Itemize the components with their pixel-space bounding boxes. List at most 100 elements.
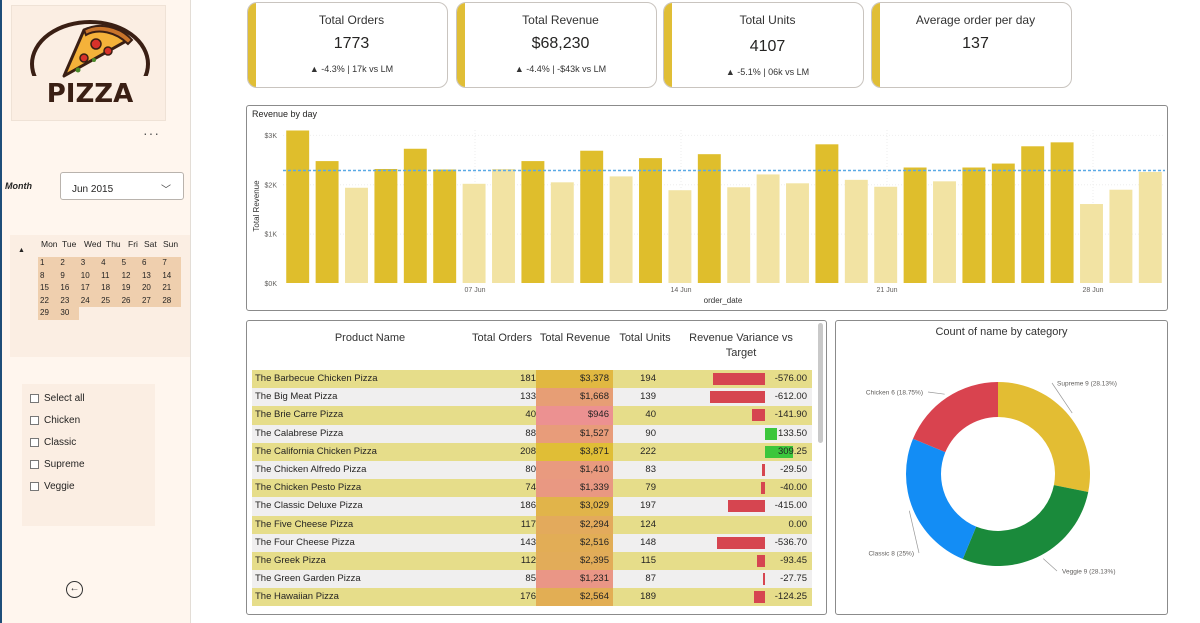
table-row[interactable]: The Chicken Alfredo Pizza 80 $1,410 83 -29.5… bbox=[252, 460, 812, 480]
calendar-day[interactable]: 10 bbox=[79, 270, 99, 283]
revenue-bar[interactable] bbox=[786, 183, 809, 283]
calendar-day[interactable]: 4 bbox=[99, 257, 119, 270]
calendar-day[interactable]: 15 bbox=[38, 282, 58, 295]
calendar-day[interactable]: 11 bbox=[99, 270, 119, 283]
checkbox[interactable] bbox=[30, 460, 39, 469]
revenue-bar[interactable] bbox=[1109, 189, 1133, 283]
category-option[interactable]: Supreme bbox=[30, 459, 85, 470]
table-row[interactable]: The Barbecue Chicken Pizza 181 $3,378 194 -5… bbox=[252, 370, 812, 389]
revenue-bar[interactable] bbox=[874, 186, 898, 283]
header-total-revenue[interactable]: Total Revenue bbox=[537, 331, 613, 346]
calendar-day[interactable]: 17 bbox=[79, 282, 99, 295]
table-row[interactable]: The California Chicken Pizza 208 $3,871 222… bbox=[252, 442, 812, 461]
donut-slice[interactable] bbox=[913, 382, 998, 453]
revenue-bar[interactable] bbox=[991, 163, 1015, 283]
calendar-day[interactable]: 23 bbox=[58, 295, 78, 308]
more-options-icon[interactable]: ··· bbox=[143, 126, 160, 140]
revenue-bar[interactable] bbox=[639, 158, 662, 283]
revenue-bar[interactable] bbox=[668, 190, 692, 283]
calendar-day[interactable]: 8 bbox=[38, 270, 58, 283]
calendar-day[interactable]: 13 bbox=[140, 270, 160, 283]
table-row[interactable]: The Brie Carre Pizza 40 $946 40 -141.90 bbox=[252, 406, 812, 425]
cell-product-name: The Greek Pizza bbox=[255, 554, 326, 566]
table-row[interactable]: The Green Garden Pizza 85 $1,231 87 -27.75 bbox=[252, 570, 812, 589]
revenue-bar[interactable] bbox=[609, 176, 633, 283]
revenue-bar[interactable] bbox=[315, 161, 339, 283]
calendar-day[interactable]: 3 bbox=[79, 257, 99, 270]
table-row[interactable]: The Classic Deluxe Pizza 186 $3,029 197 -415… bbox=[252, 497, 812, 516]
leader-line bbox=[1043, 558, 1058, 572]
calendar-day[interactable]: 5 bbox=[120, 257, 140, 270]
revenue-bar[interactable] bbox=[815, 144, 839, 283]
month-dropdown[interactable]: Jun 2015 ﹀ bbox=[60, 172, 184, 200]
donut-slice[interactable] bbox=[962, 485, 1089, 566]
calendar-day[interactable]: 9 bbox=[58, 270, 78, 283]
revenue-bar[interactable] bbox=[962, 167, 986, 283]
calendar-day[interactable]: 16 bbox=[58, 282, 78, 295]
calendar-day[interactable]: 1 bbox=[38, 257, 58, 270]
back-arrow-icon[interactable]: ← bbox=[66, 581, 83, 598]
revenue-bar[interactable] bbox=[933, 181, 956, 283]
table-row[interactable]: The Big Meat Pizza 133 $1,668 139 -612.00 bbox=[252, 388, 812, 407]
revenue-bar[interactable] bbox=[521, 161, 545, 283]
calendar-day[interactable]: 21 bbox=[160, 282, 180, 295]
revenue-bar[interactable] bbox=[1138, 171, 1162, 283]
revenue-bar[interactable] bbox=[550, 182, 574, 283]
revenue-bar[interactable] bbox=[433, 169, 457, 283]
calendar-day[interactable]: 6 bbox=[140, 257, 160, 270]
logo-card: PIZZA bbox=[11, 5, 166, 121]
table-row[interactable]: The Four Cheese Pizza 143 $2,516 148 -536.70 bbox=[252, 533, 812, 552]
calendar-day[interactable]: 26 bbox=[120, 295, 140, 308]
table-row[interactable]: The Greek Pizza 112 $2,395 115 -93.45 bbox=[252, 551, 812, 571]
revenue-bar[interactable] bbox=[374, 168, 398, 283]
table-scrollbar[interactable] bbox=[818, 323, 823, 443]
revenue-bar[interactable] bbox=[403, 148, 427, 283]
calendar-day[interactable]: 2 bbox=[58, 257, 78, 270]
category-option[interactable]: Classic bbox=[30, 437, 76, 448]
revenue-bar[interactable] bbox=[697, 154, 721, 283]
calendar-day[interactable]: 29 bbox=[38, 307, 59, 320]
revenue-bar[interactable] bbox=[903, 167, 927, 283]
table-row[interactable]: The Calabrese Pizza 88 $1,527 90 133.50 bbox=[252, 424, 812, 443]
calendar-day[interactable]: 14 bbox=[160, 270, 180, 283]
checkbox[interactable] bbox=[30, 482, 39, 491]
calendar-day[interactable]: 20 bbox=[140, 282, 160, 295]
logo-text: PIZZA bbox=[47, 79, 134, 109]
header-revenue-variance[interactable]: Revenue Variance vs Target bbox=[685, 331, 797, 361]
checkbox[interactable] bbox=[30, 416, 39, 425]
revenue-bar[interactable] bbox=[727, 187, 751, 283]
calendar-day[interactable]: 12 bbox=[120, 270, 140, 283]
calendar-day[interactable]: 19 bbox=[120, 282, 140, 295]
header-total-units[interactable]: Total Units bbox=[615, 331, 675, 346]
checkbox[interactable] bbox=[30, 438, 39, 447]
revenue-bar[interactable] bbox=[345, 187, 368, 283]
calendar-day[interactable]: 27 bbox=[140, 295, 160, 308]
revenue-bar[interactable] bbox=[1080, 204, 1103, 283]
category-option[interactable]: Chicken bbox=[30, 415, 80, 426]
calendar-day[interactable]: 24 bbox=[79, 295, 99, 308]
table-row[interactable]: The Hawaiian Pizza 176 $2,564 189 -124.25 bbox=[252, 588, 812, 607]
calendar-day[interactable]: 30 bbox=[58, 307, 79, 320]
revenue-bar[interactable] bbox=[286, 130, 310, 283]
revenue-bar[interactable] bbox=[756, 174, 780, 283]
category-option[interactable]: Veggie bbox=[30, 481, 75, 492]
calendar-day[interactable]: 25 bbox=[99, 295, 119, 308]
checkbox[interactable] bbox=[30, 394, 39, 403]
revenue-bar[interactable] bbox=[1050, 142, 1074, 283]
revenue-bar[interactable] bbox=[844, 179, 868, 283]
calendar-day[interactable]: 28 bbox=[160, 295, 180, 308]
revenue-bar[interactable] bbox=[492, 168, 515, 283]
calendar-day[interactable]: 18 bbox=[99, 282, 119, 295]
calendar-prev-icon[interactable]: ▲ bbox=[18, 247, 25, 254]
revenue-bar[interactable] bbox=[1021, 146, 1045, 283]
table-row[interactable]: The Five Cheese Pizza 117 $2,294 124 0.00 bbox=[252, 515, 812, 534]
calendar-day[interactable]: 7 bbox=[160, 257, 180, 270]
calendar-day[interactable]: 22 bbox=[38, 295, 58, 308]
category-option[interactable]: Select all bbox=[30, 393, 85, 404]
table-row[interactable]: The Chicken Pesto Pizza 74 $1,339 79 -40.00 bbox=[252, 479, 812, 498]
header-product-name[interactable]: Product Name bbox=[295, 331, 445, 346]
header-total-orders[interactable]: Total Orders bbox=[469, 331, 535, 346]
revenue-bar[interactable] bbox=[462, 183, 486, 283]
donut-slice[interactable] bbox=[998, 382, 1090, 492]
cell-total-revenue: $3,029 bbox=[536, 497, 613, 516]
